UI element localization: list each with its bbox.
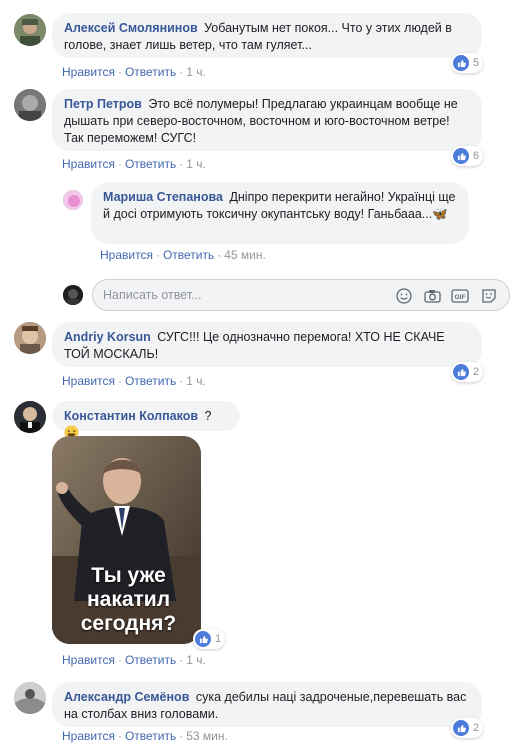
comment-bubble: Александр Семёнов сука дебилы нацi задро… xyxy=(52,682,482,727)
comment-bubble: Константин Колпаков ? xyxy=(52,401,240,440)
like-button[interactable]: Нравится xyxy=(100,248,153,262)
reaction-number: 5 xyxy=(473,57,480,69)
reply-button[interactable]: Ответить xyxy=(125,374,176,388)
avatar[interactable] xyxy=(14,682,46,714)
reply-button[interactable]: Ответить xyxy=(163,248,214,262)
reply-button[interactable]: Ответить xyxy=(125,65,176,79)
like-icon xyxy=(453,148,469,164)
photo-caption: Ты уже накатил сегодня? xyxy=(80,564,177,635)
comment-actions: Нравится · Ответить · 1 ч. xyxy=(62,653,206,667)
comment-actions: Нравится · Ответить · 1 ч. xyxy=(62,157,206,171)
reply-input[interactable] xyxy=(103,286,373,304)
svg-text:GIF: GIF xyxy=(455,294,466,301)
comment-author[interactable]: Петр Петров xyxy=(64,97,142,111)
comment-actions: Нравится · Ответить · 53 мин. xyxy=(62,729,228,743)
reply-author[interactable]: Мариша Степанова xyxy=(103,190,223,204)
avatar[interactable] xyxy=(63,190,83,210)
like-button[interactable]: Нравится xyxy=(62,157,115,171)
like-icon xyxy=(195,631,211,647)
reaction-number: 2 xyxy=(473,722,480,734)
like-icon xyxy=(453,720,469,736)
reaction-count[interactable]: 2 xyxy=(451,362,484,382)
comment-time[interactable]: 53 мин. xyxy=(186,729,228,743)
comment-time[interactable]: 1 ч. xyxy=(186,65,206,79)
gif-icon[interactable]: GIF xyxy=(450,286,470,306)
comment-time[interactable]: 1 ч. xyxy=(186,157,206,171)
comment-actions: Нравится · Ответить · 1 ч. xyxy=(62,65,206,79)
reply-button[interactable]: Ответить xyxy=(125,653,176,667)
sticker-icon[interactable] xyxy=(479,286,499,306)
comment-author[interactable]: Константин Колпаков xyxy=(64,409,198,423)
like-button[interactable]: Нравится xyxy=(62,653,115,667)
comment-time[interactable]: 1 ч. xyxy=(186,653,206,667)
like-button[interactable]: Нравится xyxy=(62,729,115,743)
comment-author[interactable]: Andriy Korsun xyxy=(64,330,151,344)
reply-actions: Нравится · Ответить · 45 мин. xyxy=(100,248,266,262)
emoji-icon[interactable] xyxy=(394,286,414,306)
avatar[interactable] xyxy=(14,89,46,121)
reaction-number: 6 xyxy=(473,150,480,162)
reaction-count[interactable]: 2 xyxy=(451,718,484,738)
comment-actions: Нравится · Ответить · 1 ч. xyxy=(62,374,206,388)
like-button[interactable]: Нравится xyxy=(62,65,115,79)
comment-author[interactable]: Александр Семёнов xyxy=(64,690,189,704)
comment-author[interactable]: Алексей Смолянинов xyxy=(64,21,198,35)
reaction-number: 2 xyxy=(473,366,480,378)
comment-text: ? xyxy=(204,409,212,423)
like-button[interactable]: Нравится xyxy=(62,374,115,388)
reply-input-box[interactable]: GIF xyxy=(92,279,510,311)
camera-icon[interactable] xyxy=(422,286,442,306)
avatar[interactable] xyxy=(14,322,46,354)
reply-time[interactable]: 45 мин. xyxy=(224,248,266,262)
reaction-count[interactable]: 5 xyxy=(451,53,484,73)
comment-time[interactable]: 1 ч. xyxy=(186,374,206,388)
reply-bubble: Мариша Степанова Дніпро перекрити негайн… xyxy=(91,182,469,244)
comment-photo[interactable]: Ты уже накатил сегодня? xyxy=(52,436,201,644)
like-icon xyxy=(453,364,469,380)
comment-bubble: Andriy Korsun СУГС!!! Це однозначно пере… xyxy=(52,322,482,367)
reaction-number: 1 xyxy=(215,633,222,645)
like-icon xyxy=(453,55,469,71)
comment-bubble: Петр Петров Это всё полумеры! Предлагаю … xyxy=(52,89,482,151)
avatar[interactable] xyxy=(14,14,46,46)
reaction-count[interactable]: 6 xyxy=(451,146,484,166)
comment-bubble: Алексей Смолянинов Уобанутым нет покоя..… xyxy=(52,13,482,58)
reply-button[interactable]: Ответить xyxy=(125,157,176,171)
reaction-count[interactable]: 1 xyxy=(193,629,226,649)
avatar[interactable] xyxy=(14,401,46,433)
reply-button[interactable]: Ответить xyxy=(125,729,176,743)
current-user-avatar xyxy=(63,285,83,305)
